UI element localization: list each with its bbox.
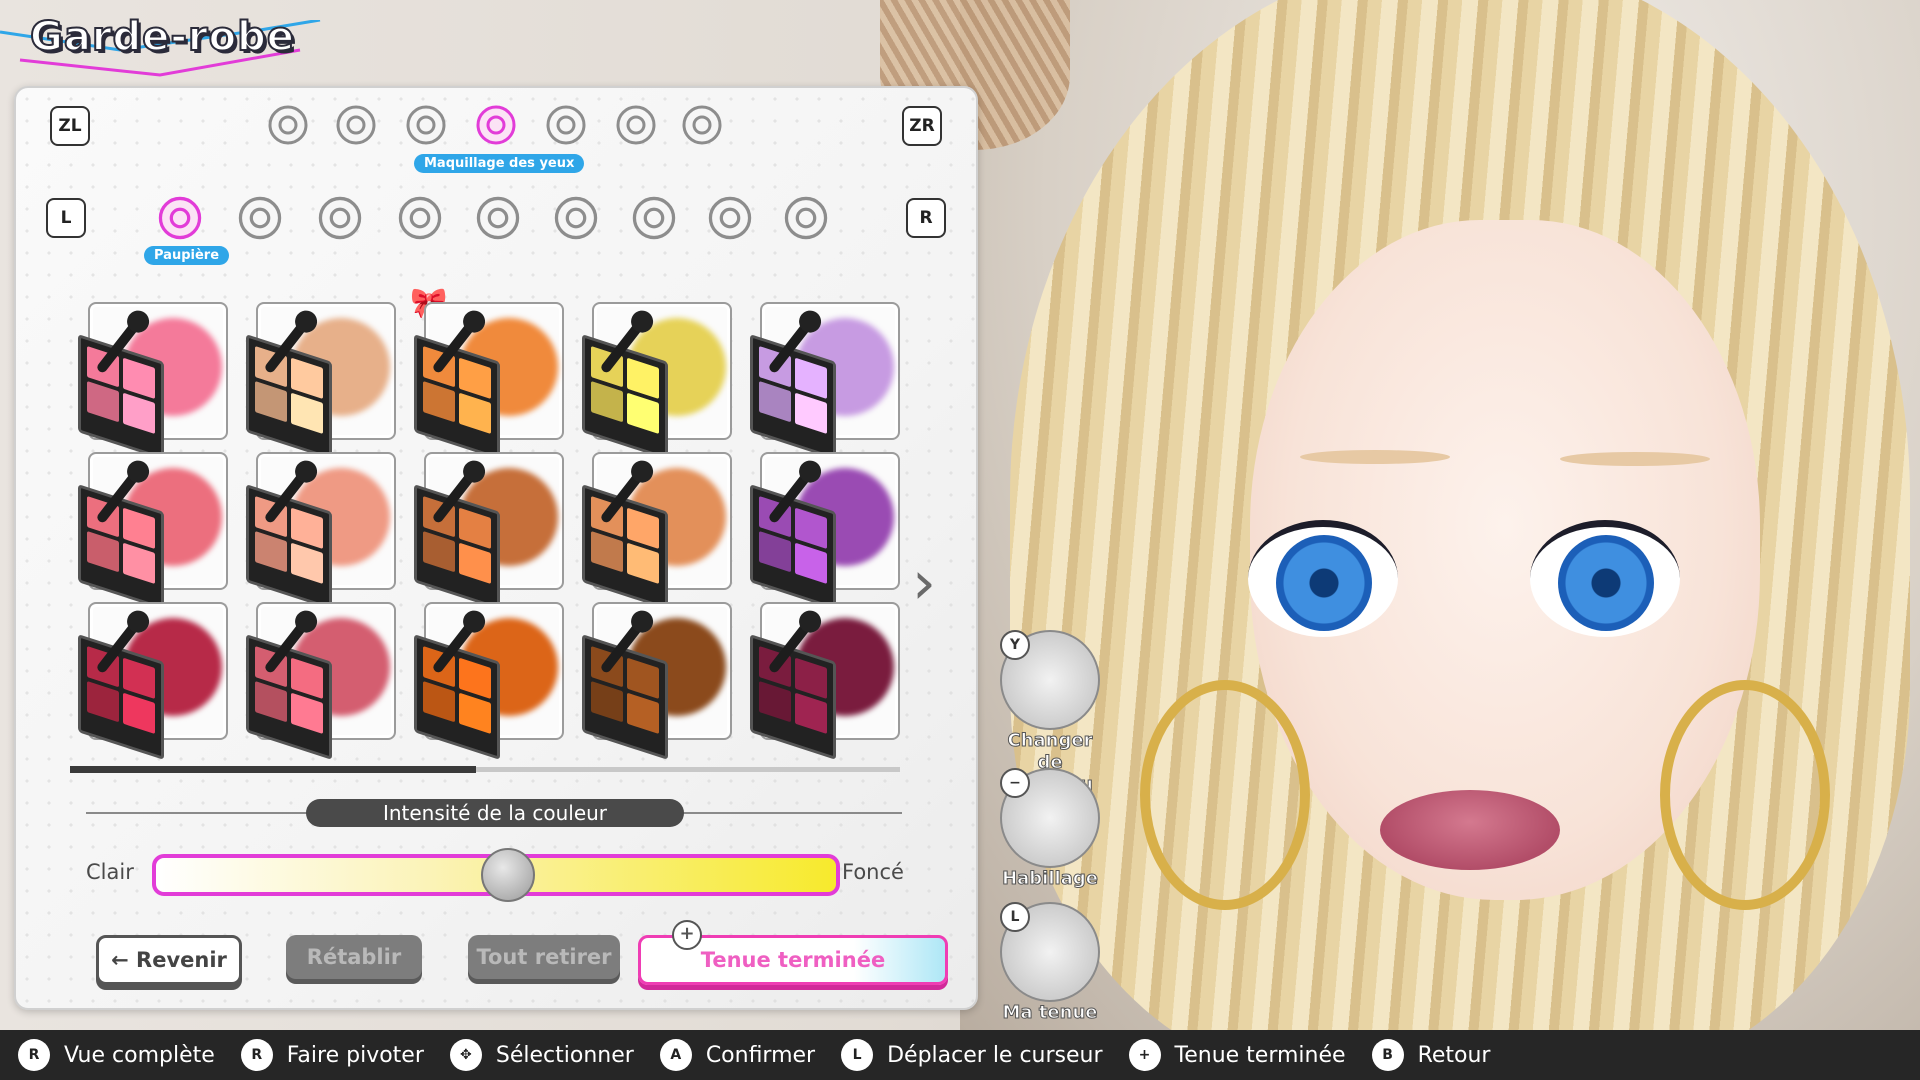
subcategory-eye-highlight-icon[interactable] <box>468 190 528 246</box>
hint-2: ✥ Sélectionner <box>449 1039 634 1071</box>
arrow-left-icon: ← <box>111 948 137 972</box>
eyeshadow-palette-icon <box>476 105 516 145</box>
category-blush-compact-icon[interactable] <box>540 99 592 151</box>
eye-icon <box>406 105 446 145</box>
hint-label: Tenue terminée <box>1174 1042 1346 1068</box>
hint-0: R Vue complète <box>18 1039 215 1071</box>
controller-button-icon: ✥ <box>449 1039 482 1071</box>
intensity-label: Intensité de la couleur <box>306 799 684 827</box>
right-eye <box>1530 520 1680 637</box>
eyeshadow-swatch[interactable] <box>582 452 732 610</box>
intensity-slider-knob[interactable] <box>480 848 535 902</box>
category-hair-icon[interactable] <box>330 99 382 151</box>
hair-icon <box>336 105 376 145</box>
subcategory-pencil-icon[interactable] <box>776 190 836 246</box>
eyeshadow-swatch[interactable] <box>750 302 900 460</box>
controller-button-icon: A <box>659 1039 692 1071</box>
zr-key[interactable]: ZR <box>902 106 942 146</box>
eyeshadow-swatch[interactable] <box>246 452 396 610</box>
intensity-max-label: Foncé <box>842 860 904 884</box>
controller-button-icon: B <box>1371 1039 1404 1071</box>
subcategory-under-eye-icon[interactable] <box>546 190 606 246</box>
plus-button-badge: + <box>672 920 702 950</box>
hint-label: Déplacer le curseur <box>887 1042 1103 1068</box>
eyeshadow-swatch[interactable] <box>582 302 732 460</box>
eyeshadow-swatch[interactable] <box>750 452 900 610</box>
minus-key-badge: − <box>1000 768 1030 798</box>
hint-5: + Tenue terminée <box>1128 1039 1346 1071</box>
reset-button[interactable]: Rétablir <box>286 935 422 979</box>
controller-button-icon: L <box>841 1039 874 1071</box>
eyeshadow-swatch[interactable] <box>582 602 732 760</box>
hint-label: Faire pivoter <box>286 1042 424 1068</box>
controller-button-icon: R <box>240 1039 273 1071</box>
eyeshadow-swatch[interactable] <box>414 302 564 460</box>
hint-label: Sélectionner <box>495 1042 634 1068</box>
lipstick-icon <box>616 105 656 145</box>
scroll-thumb[interactable] <box>70 766 476 773</box>
hint-label: Retour <box>1417 1042 1491 1068</box>
eye-sparkle-icon <box>398 196 442 240</box>
eyeliner-icon <box>238 196 282 240</box>
l-key-badge: L <box>1000 902 1030 932</box>
eyeshadow-swatch[interactable] <box>78 602 228 760</box>
subcategory-eyelash-icon[interactable] <box>310 190 370 246</box>
eye-highlight-icon <box>476 196 520 240</box>
category-lipstick-icon[interactable] <box>610 99 662 151</box>
eye-decoration-icon <box>632 196 676 240</box>
subcategory-brush-icon[interactable] <box>700 190 760 246</box>
hint-6: B Retour <box>1371 1039 1491 1071</box>
hint-label: Vue complète <box>64 1042 215 1068</box>
left-eye <box>1248 520 1398 637</box>
subcategory-eyeliner-icon[interactable] <box>230 190 290 246</box>
eyeshadow-swatch[interactable] <box>246 302 396 460</box>
zl-key[interactable]: ZL <box>50 106 90 146</box>
blush-compact-icon <box>546 105 586 145</box>
category-label-eye-makeup: Maquillage des yeux <box>414 154 585 173</box>
controller-button-icon: + <box>1128 1039 1161 1071</box>
intensity-min-label: Clair <box>86 860 134 884</box>
y-key-badge: Y <box>1000 630 1030 660</box>
category-eye-icon[interactable] <box>400 99 452 151</box>
page-title: Garde-robe <box>29 13 295 61</box>
subcategory-eyelid-icon[interactable] <box>150 190 210 246</box>
hint-4: L Déplacer le curseur <box>841 1039 1103 1071</box>
brush-icon <box>708 196 752 240</box>
hint-label: Confirmer <box>705 1042 816 1068</box>
subcategory-label-eyelid: Paupière <box>144 246 230 265</box>
controls-hint-bar: R Vue complète R Faire pivoter ✥ Sélectionner… <box>0 1030 1920 1080</box>
dressing-action[interactable]: − Habillage <box>1000 768 1100 890</box>
eyeshadow-swatch[interactable] <box>246 602 396 760</box>
remove-all-button[interactable]: Tout retirer <box>468 935 620 979</box>
subcategory-eye-decoration-icon[interactable] <box>624 190 684 246</box>
hint-3: A Confirmer <box>659 1039 816 1071</box>
hint-1: R Faire pivoter <box>240 1039 424 1071</box>
lips <box>1380 790 1560 870</box>
l-key[interactable]: L <box>46 198 86 238</box>
my-outfit-action[interactable]: L Ma tenue <box>1000 902 1100 1024</box>
right-eyebrow <box>1560 452 1710 466</box>
eyelash-icon <box>318 196 362 240</box>
eyelid-icon <box>158 196 202 240</box>
category-eyeshadow-palette-icon[interactable] <box>470 99 522 151</box>
eyeshadow-swatch[interactable] <box>414 452 564 610</box>
left-eyebrow <box>1300 450 1450 464</box>
nail-polish-icon <box>682 105 722 145</box>
r-key[interactable]: R <box>906 198 946 238</box>
controller-button-icon: R <box>18 1039 50 1071</box>
next-page-arrow[interactable]: › <box>912 548 936 618</box>
eyeshadow-swatch[interactable] <box>78 452 228 610</box>
category-nail-polish-icon[interactable] <box>676 99 728 151</box>
eyeshadow-swatch[interactable] <box>750 602 900 760</box>
face-icon <box>268 105 308 145</box>
category-face-icon[interactable] <box>262 99 314 151</box>
eyeshadow-swatch[interactable] <box>78 302 228 460</box>
subcategory-eye-sparkle-icon[interactable] <box>390 190 450 246</box>
eyeshadow-swatch[interactable] <box>414 602 564 760</box>
pencil-icon <box>784 196 828 240</box>
under-eye-icon <box>554 196 598 240</box>
right-earring <box>1660 680 1830 910</box>
left-earring <box>1140 680 1310 910</box>
back-button[interactable]: ← Revenir <box>96 935 242 985</box>
